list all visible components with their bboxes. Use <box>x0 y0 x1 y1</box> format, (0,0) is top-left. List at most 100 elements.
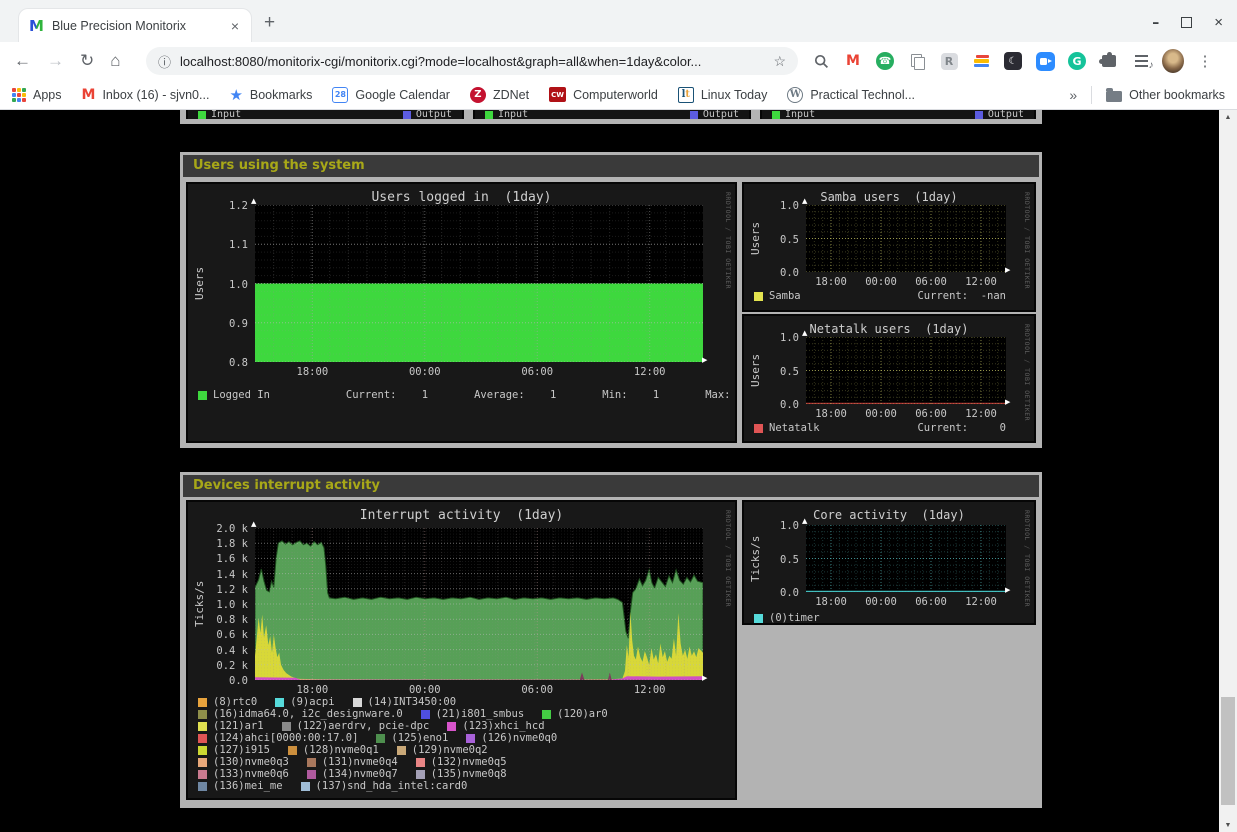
legend-item: (127)i915 <box>198 744 270 756</box>
bookmarks-overflow-chevron[interactable]: » <box>1069 87 1077 103</box>
x-tick-label: 18:00 <box>806 408 856 420</box>
monitorix-favicon: M <box>29 17 44 35</box>
profile-avatar[interactable] <box>1162 50 1184 72</box>
darkreader-extension-icon[interactable]: ☾ <box>1002 50 1024 72</box>
legend-swatch <box>198 698 207 707</box>
extensions-puzzle-icon[interactable] <box>1098 50 1120 72</box>
grammarly-icon: G <box>1068 52 1086 70</box>
interrupt-activity-graph[interactable]: Interrupt activity (1day) Ticks/s (8)rtc… <box>186 500 737 800</box>
page-scrollbar[interactable]: ▲ ▼ <box>1219 110 1237 832</box>
plot-area <box>806 337 1006 404</box>
legend-item: (136)mei_me <box>198 780 283 792</box>
other-bookmarks[interactable]: Other bookmarks <box>1106 88 1225 102</box>
network-graph-partial-1[interactable]: Input Output <box>186 110 464 119</box>
rrdtool-watermark: RRDTOOL / TOBI OETIKER <box>724 192 732 289</box>
calendar-icon: 28 <box>332 87 348 103</box>
browser-tab[interactable]: M Blue Precision Monitorix × <box>18 8 252 42</box>
graph-legend: SambaCurrent: -nan <box>754 290 1024 302</box>
minimize-button[interactable]: – <box>1152 15 1159 31</box>
scroll-up-arrow[interactable]: ▲ <box>1219 110 1237 124</box>
output-swatch <box>975 111 983 119</box>
bookmark-star-icon[interactable]: ☆ <box>773 53 786 70</box>
playlist-extension-icon[interactable]: ♪ <box>1130 50 1152 72</box>
legend-item: Logged In <box>198 389 270 401</box>
camera-icon <box>1036 52 1055 71</box>
legend-row: (8)rtc0 (9)acpi (14)INT3450:00 <box>198 696 725 708</box>
bookmark-google-calendar[interactable]: 28 Google Calendar <box>332 87 450 103</box>
y-tick-label: 0.2 k <box>188 660 248 672</box>
bookmark-bookmarks[interactable]: ★ Bookmarks <box>229 86 312 104</box>
legend-item: (133)nvme0q6 <box>198 768 289 780</box>
x-axis-arrow-icon: ▶ <box>702 675 707 682</box>
output-swatch <box>403 111 411 119</box>
rrdtool-watermark: RRDTOOL / TOBI OETIKER <box>724 510 732 607</box>
legend-item: (128)nvme0q1 <box>288 744 379 756</box>
x-tick-label: 18:00 <box>287 684 337 696</box>
legend-item: (125)eno1 <box>376 732 448 744</box>
bookmark-inbox[interactable]: M Inbox (16) - sjvn0... <box>82 87 210 103</box>
rrdtool-watermark: RRDTOOL / TOBI OETIKER <box>1023 510 1031 607</box>
core-activity-graph[interactable]: Core activity (1day) Ticks/s (0)timer RR… <box>742 500 1036 625</box>
legend-swatch <box>397 746 406 755</box>
address-bar[interactable]: ⓘ localhost:8080/monitorix-cgi/monitorix… <box>146 47 798 75</box>
tab-close-icon[interactable]: × <box>227 18 243 34</box>
maximize-button[interactable] <box>1181 17 1192 28</box>
legend-item: (135)nvme0q8 <box>416 768 507 780</box>
y-tick-label: 0.6 k <box>188 629 248 641</box>
legend-row: (133)nvme0q6(134)nvme0q7(135)nvme0q8 <box>198 768 725 780</box>
legend-swatch <box>307 758 316 767</box>
legend-row: SambaCurrent: -nan <box>754 290 1024 302</box>
bookmark-apps[interactable]: Apps <box>12 88 62 102</box>
plot-area <box>255 205 703 362</box>
network-graph-partial-2[interactable]: Input Output <box>473 110 751 119</box>
r-extension-icon[interactable]: R <box>938 50 960 72</box>
legend-item: (9)acpi <box>275 696 334 708</box>
zoom-extension-icon[interactable] <box>1034 50 1056 72</box>
legend-item: Current: -nan <box>917 290 1006 302</box>
x-tick-label: 06:00 <box>906 596 956 608</box>
copy-extension-icon[interactable] <box>906 50 928 72</box>
x-tick-label: 12:00 <box>956 408 1006 420</box>
legend-swatch <box>198 722 207 731</box>
bookmark-linux-today[interactable]: lt Linux Today <box>678 87 768 103</box>
legend-swatch <box>307 770 316 779</box>
new-tab-button[interactable]: + <box>264 12 275 34</box>
y-tick-label: 0.0 <box>188 675 248 687</box>
samba-users-graph[interactable]: Samba users (1day) Users SambaCurrent: -… <box>742 182 1036 312</box>
legend-item: (8)rtc0 <box>198 696 257 708</box>
y-tick-label: 0.0 <box>744 399 799 411</box>
phone-extension-icon[interactable]: ☎ <box>874 50 896 72</box>
legend-swatch <box>416 758 425 767</box>
bookmark-zdnet[interactable]: Z ZDNet <box>470 87 529 103</box>
scroll-down-arrow[interactable]: ▼ <box>1219 818 1237 832</box>
netatalk-users-graph[interactable]: Netatalk users (1day) Users NetatalkCurr… <box>742 314 1036 443</box>
gmail-extension-icon[interactable]: M <box>842 50 864 72</box>
y-tick-label: 0.8 k <box>188 614 248 626</box>
legend-swatch <box>421 710 430 719</box>
site-info-icon[interactable]: ⓘ <box>158 52 171 71</box>
x-axis-arrow-icon: ▶ <box>1005 587 1010 594</box>
forward-button[interactable]: → <box>47 51 64 71</box>
reload-button[interactable]: ↻ <box>80 51 94 71</box>
input-swatch <box>772 111 780 119</box>
back-button[interactable]: ← <box>14 51 31 71</box>
books-icon <box>974 55 989 68</box>
legend-item: (14)INT3450:00 <box>353 696 457 708</box>
books-extension-icon[interactable] <box>970 50 992 72</box>
zdnet-icon: Z <box>470 87 486 103</box>
bookmark-practical-technology[interactable]: W Practical Technol... <box>787 87 915 103</box>
scrollbar-thumb[interactable] <box>1221 697 1235 805</box>
browser-menu-button[interactable]: ⋮ <box>1194 50 1216 72</box>
users-logged-in-graph[interactable]: Users logged in (1day) Users Logged InCu… <box>186 182 737 443</box>
search-extension-icon[interactable] <box>810 50 832 72</box>
grammarly-extension-icon[interactable]: G <box>1066 50 1088 72</box>
network-graph-partial-3[interactable]: Input Output <box>760 110 1036 119</box>
y-tick-label: 1.1 <box>188 239 248 251</box>
home-button[interactable]: ⌂ <box>110 51 120 71</box>
y-axis-arrow-icon: ▲ <box>802 198 807 205</box>
x-tick-label: 00:00 <box>856 596 906 608</box>
nav-buttons: ← → ↻ ⌂ <box>14 42 121 80</box>
x-tick-label: 06:00 <box>906 276 956 288</box>
close-window-button[interactable]: × <box>1214 14 1223 31</box>
bookmark-computerworld[interactable]: CW Computerworld <box>549 87 658 102</box>
